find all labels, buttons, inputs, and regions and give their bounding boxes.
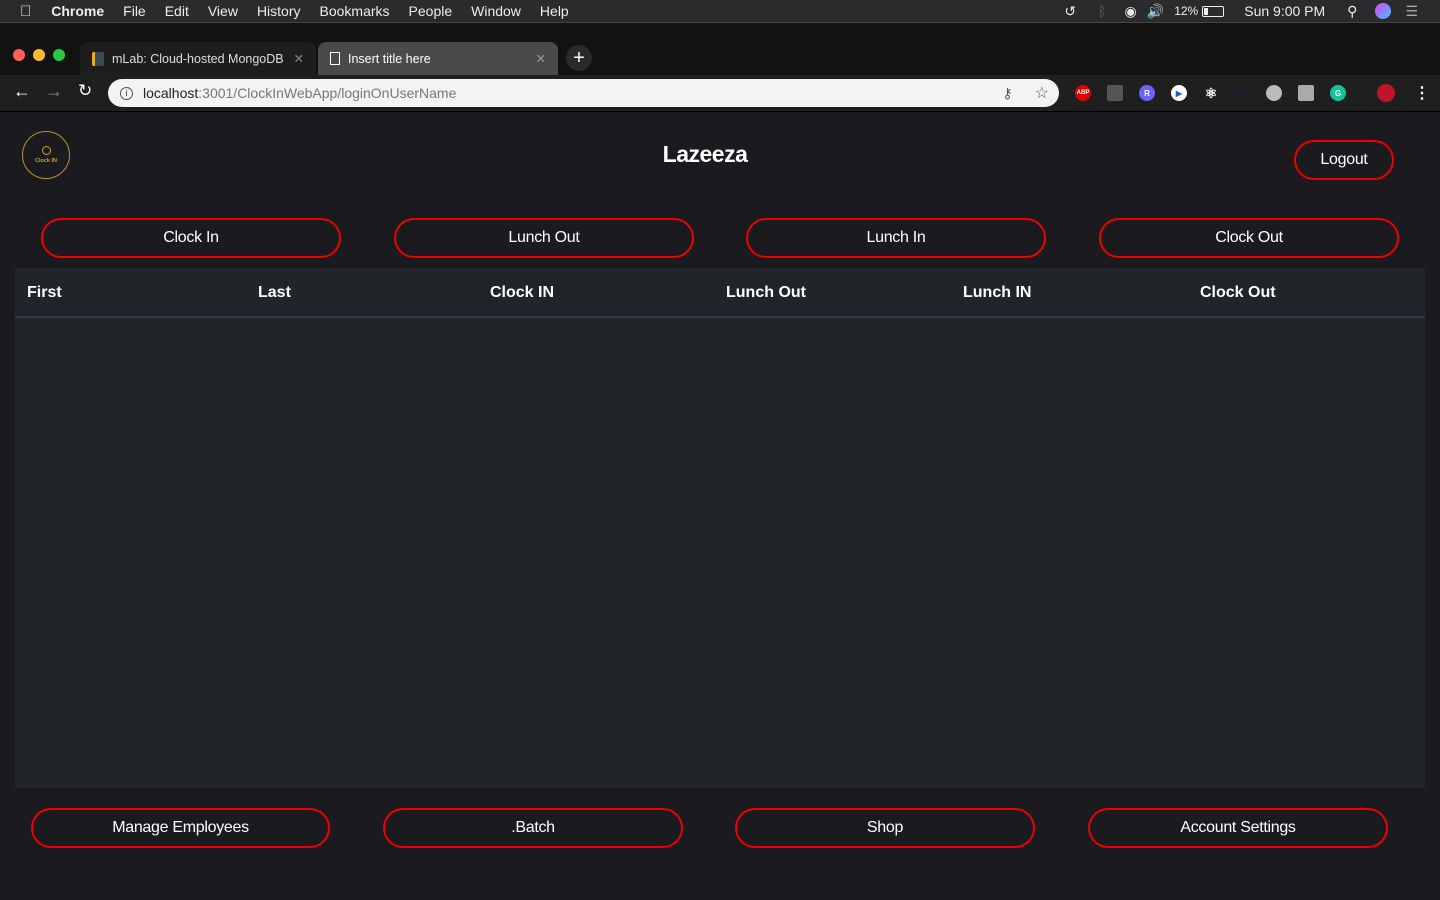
menu-file[interactable]: File <box>123 3 146 19</box>
tab-close-icon[interactable]: ✕ <box>294 51 304 66</box>
clock-out-button[interactable]: Clock Out <box>1099 218 1399 258</box>
tab-title: mLab: Cloud-hosted MongoDB <box>112 51 284 66</box>
a-extension-icon[interactable]: A <box>1235 85 1251 101</box>
account-settings-button[interactable]: Account Settings <box>1088 808 1388 848</box>
reload-icon[interactable]: ↻ <box>78 81 92 101</box>
siri-icon[interactable] <box>1375 3 1392 19</box>
apple-icon[interactable]:  <box>20 3 31 20</box>
battery-icon[interactable] <box>1202 5 1225 17</box>
lunch-out-button[interactable]: Lunch Out <box>394 218 694 258</box>
url-host: localhost <box>143 85 199 101</box>
bluetooth-icon[interactable]: ᛒ <box>1098 3 1106 19</box>
shop-button[interactable]: Shop <box>735 808 1035 848</box>
tab-strip: mLab: Cloud-hosted MongoDB ✕ Insert titl… <box>0 22 1440 75</box>
lunch-in-button[interactable]: Lunch In <box>746 218 1046 258</box>
grammarly-icon[interactable]: G <box>1330 85 1346 101</box>
time-machine-icon[interactable]: ↺ <box>1064 3 1076 20</box>
column-lunch-out: Lunch Out <box>726 284 806 301</box>
close-window-button[interactable] <box>13 49 25 61</box>
forward-icon[interactable]: → <box>45 81 63 102</box>
key-icon[interactable]: ⚷ <box>1002 85 1012 102</box>
tab-insert-title[interactable]: Insert title here ✕ <box>318 42 558 75</box>
wifi-icon[interactable]: ◉ <box>1125 3 1137 20</box>
menu-history[interactable]: History <box>257 3 301 19</box>
volume-icon[interactable]: 🔊 <box>1147 3 1164 20</box>
new-tab-button[interactable]: + <box>566 45 592 71</box>
document-icon <box>330 52 340 65</box>
address-bar[interactable]: i localhost:3001/ClockInWebApp/loginOnUs… <box>108 79 1059 107</box>
tab-mlab[interactable]: mLab: Cloud-hosted MongoDB ✕ <box>80 42 316 75</box>
column-last: Last <box>258 284 291 301</box>
info-icon[interactable]: i <box>120 86 133 100</box>
batch-button[interactable]: .Batch <box>383 808 683 848</box>
column-clock-in: Clock IN <box>490 284 555 301</box>
notification-center-icon[interactable]: ☰ <box>1405 3 1418 20</box>
tab-close-icon[interactable]: ✕ <box>536 51 546 66</box>
menu-app[interactable]: Chrome <box>51 3 104 19</box>
bookmark-star-icon[interactable]: ☆ <box>1035 83 1049 103</box>
logo-text: Clock IN <box>34 158 57 164</box>
r-extension-icon[interactable]: R <box>1139 85 1155 101</box>
chrome-menu-icon[interactable]: ⋮ <box>1414 83 1430 103</box>
column-clock-out: Clock Out <box>1200 284 1276 301</box>
gray-extension-icon[interactable] <box>1298 85 1314 101</box>
menu-edit[interactable]: Edit <box>165 3 189 19</box>
url-path: :3001/ClockInWebApp/loginOnUserName <box>198 85 457 101</box>
tab-title: Insert title here <box>348 51 431 66</box>
audio-extension-icon[interactable] <box>1107 85 1123 101</box>
film-extension-icon[interactable] <box>1266 85 1282 101</box>
minimize-window-button[interactable] <box>33 49 45 61</box>
menu-window[interactable]: Window <box>471 3 521 19</box>
battery-percent: 12% <box>1174 4 1199 18</box>
spotlight-icon[interactable]: ⚲ <box>1347 3 1357 20</box>
watch-icon <box>41 146 51 155</box>
clock-in-button[interactable]: Clock In <box>41 218 341 258</box>
menu-people[interactable]: People <box>409 3 453 19</box>
mongodb-favicon-icon <box>92 51 104 66</box>
column-lunch-in: Lunch IN <box>963 284 1032 301</box>
menu-view[interactable]: View <box>208 3 238 19</box>
back-icon[interactable]: ← <box>13 81 31 102</box>
table-header: First Last Clock IN Lunch Out Lunch IN C… <box>15 268 1425 318</box>
react-devtools-icon[interactable]: ⚛ <box>1203 85 1219 101</box>
adblock-plus-icon[interactable]: ABP <box>1075 85 1091 101</box>
play-extension-icon[interactable]: ▶ <box>1171 85 1187 101</box>
page-title: Lazeeza <box>662 141 748 167</box>
macos-menubar:  Chrome File Edit View History Bookmark… <box>0 0 1440 22</box>
column-first: First <box>27 284 62 301</box>
manage-employees-button[interactable]: Manage Employees <box>31 808 330 848</box>
menu-bookmarks[interactable]: Bookmarks <box>320 3 390 19</box>
menubar-clock[interactable]: Sun 9:00 PM <box>1244 3 1325 19</box>
clock-in-logo[interactable]: Clock IN <box>22 131 70 179</box>
url-text: localhost:3001/ClockInWebApp/loginOnUser… <box>143 85 456 101</box>
maximize-window-button[interactable] <box>53 49 65 61</box>
logout-button[interactable]: Logout <box>1294 140 1394 180</box>
menu-help[interactable]: Help <box>540 3 569 19</box>
time-table: First Last Clock IN Lunch Out Lunch IN C… <box>15 268 1425 788</box>
red-shield-extension-icon[interactable] <box>1377 84 1395 102</box>
